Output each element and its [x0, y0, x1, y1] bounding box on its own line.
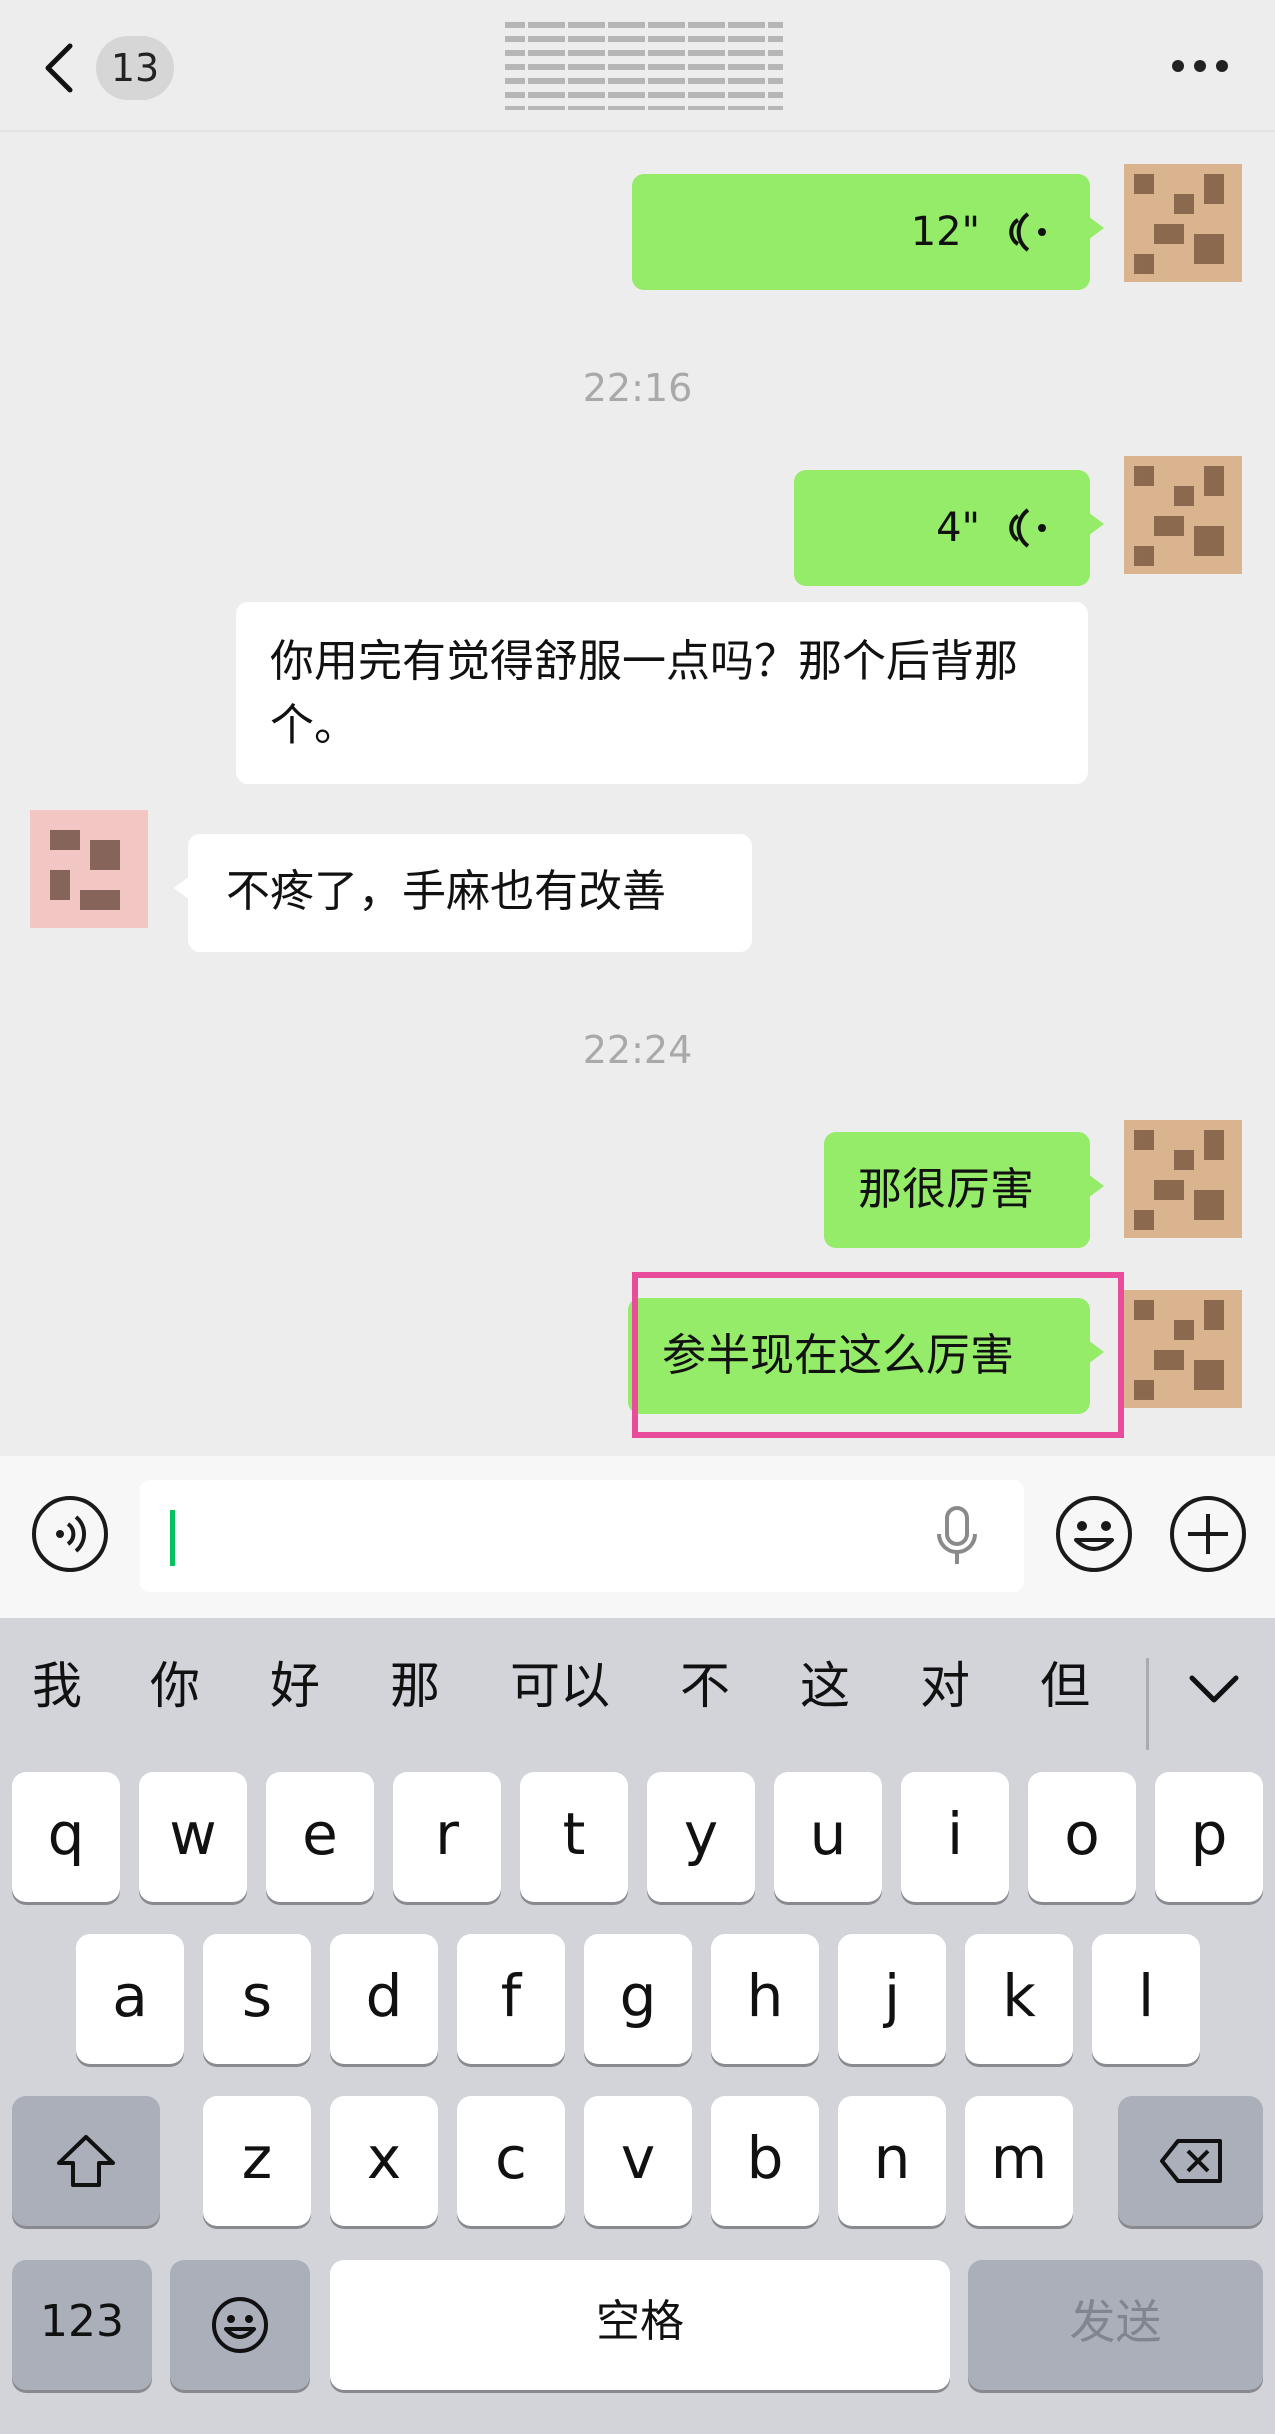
chat-title-pixelated — [505, 18, 783, 114]
candidate-word[interactable]: 但 — [1040, 1646, 1090, 1718]
backspace-icon — [1159, 2139, 1222, 2183]
key-w[interactable]: w — [139, 1772, 247, 1902]
voice-wave-icon — [1009, 212, 1046, 252]
key-y[interactable]: y — [647, 1772, 755, 1902]
key-a[interactable]: a — [76, 1934, 184, 2064]
numbers-key[interactable]: 123 — [12, 2260, 152, 2390]
microphone-icon[interactable] — [935, 1506, 979, 1568]
emoji-key[interactable] — [170, 2260, 310, 2390]
candidate-bar: 我 你 好 那 可以 不 这 对 但 — [0, 1618, 1275, 1754]
emoji-button[interactable] — [1054, 1494, 1134, 1574]
key-t[interactable]: t — [520, 1772, 628, 1902]
key-i[interactable]: i — [901, 1772, 1009, 1902]
text-caret — [170, 1510, 175, 1566]
more-functions-button[interactable] — [1168, 1494, 1248, 1574]
key-j[interactable]: j — [838, 1934, 946, 2064]
voice-duration: 4" — [936, 505, 980, 551]
plus-icon — [1170, 1496, 1246, 1572]
voice-input-button[interactable] — [30, 1494, 110, 1574]
voice-message-bubble[interactable]: 4" — [794, 470, 1104, 586]
highlight-annotation-box — [632, 1272, 1124, 1438]
key-f[interactable]: f — [457, 1934, 565, 2064]
key-d[interactable]: d — [330, 1934, 438, 2064]
backspace-key[interactable] — [1118, 2096, 1263, 2226]
home-indicator-area — [0, 2418, 1275, 2434]
shift-icon — [57, 2135, 115, 2187]
key-n[interactable]: n — [838, 2096, 946, 2226]
chat-header: 13 — [0, 0, 1275, 132]
candidate-word[interactable]: 我 — [32, 1646, 82, 1718]
more-icon — [1172, 60, 1228, 72]
my-avatar[interactable] — [1124, 456, 1242, 574]
key-e[interactable]: e — [266, 1772, 374, 1902]
message-text: 你用完有觉得舒服一点吗？那个后背那个。 — [270, 636, 1018, 751]
candidate-word[interactable]: 好 — [270, 1646, 320, 1718]
keyboard: 我 你 好 那 可以 不 这 对 但 q w e r t y u i o p a… — [0, 1618, 1275, 2434]
text-message-bubble[interactable]: 不疼了，手麻也有改善 — [174, 834, 752, 952]
key-o[interactable]: o — [1028, 1772, 1136, 1902]
text-message-bubble[interactable]: 你用完有觉得舒服一点吗？那个后背那个。 — [236, 602, 1088, 784]
collapse-candidates-button[interactable] — [1186, 1668, 1242, 1708]
key-h[interactable]: h — [711, 1934, 819, 2064]
key-z[interactable]: z — [203, 2096, 311, 2226]
key-k[interactable]: k — [965, 1934, 1073, 2064]
key-g[interactable]: g — [584, 1934, 692, 2064]
input-bar — [0, 1456, 1275, 1618]
candidate-word[interactable]: 这 — [800, 1646, 850, 1718]
candidate-word[interactable]: 你 — [150, 1646, 200, 1718]
text-message-bubble[interactable]: 那很厉害 — [824, 1132, 1104, 1248]
key-b[interactable]: b — [711, 2096, 819, 2226]
voice-message-bubble[interactable]: 12" — [632, 174, 1104, 290]
space-key[interactable]: 空格 — [330, 2260, 950, 2390]
key-p[interactable]: p — [1155, 1772, 1263, 1902]
candidate-word[interactable]: 可以 — [510, 1646, 610, 1718]
key-s[interactable]: s — [203, 1934, 311, 2064]
collapse-chevron-icon — [1189, 1675, 1239, 1703]
voice-duration: 12" — [910, 209, 980, 255]
key-v[interactable]: v — [584, 2096, 692, 2226]
timestamp: 22:16 — [582, 366, 693, 410]
contact-avatar[interactable] — [30, 810, 148, 928]
unread-count-badge[interactable]: 13 — [96, 36, 174, 100]
emoji-icon — [212, 2297, 268, 2353]
message-input[interactable] — [140, 1480, 1024, 1592]
my-avatar[interactable] — [1124, 1290, 1242, 1408]
more-button[interactable] — [1168, 46, 1232, 86]
key-l[interactable]: l — [1092, 1934, 1200, 2064]
timestamp: 22:24 — [582, 1028, 693, 1072]
key-u[interactable]: u — [774, 1772, 882, 1902]
shift-key[interactable] — [12, 2096, 160, 2226]
back-chevron-icon — [45, 43, 73, 93]
send-key[interactable]: 发送 — [968, 2260, 1263, 2390]
my-avatar[interactable] — [1124, 164, 1242, 282]
message-list[interactable]: 12" 22:16 4" 你用完有觉得舒服一点吗？那个后背那个。 不疼了，手麻也… — [0, 134, 1275, 1456]
candidate-word[interactable]: 不 — [680, 1646, 730, 1718]
back-button[interactable] — [40, 40, 80, 96]
message-text: 不疼了，手麻也有改善 — [226, 866, 666, 917]
emoji-icon — [1056, 1496, 1132, 1572]
voice-input-icon — [32, 1496, 108, 1572]
candidate-divider — [1146, 1658, 1149, 1750]
my-avatar[interactable] — [1124, 1120, 1242, 1238]
key-c[interactable]: c — [457, 2096, 565, 2226]
candidate-word[interactable]: 对 — [920, 1646, 970, 1718]
voice-wave-icon — [1009, 508, 1046, 548]
candidate-word[interactable]: 那 — [390, 1646, 440, 1718]
message-text: 那很厉害 — [858, 1164, 1034, 1215]
key-q[interactable]: q — [12, 1772, 120, 1902]
key-x[interactable]: x — [330, 2096, 438, 2226]
key-m[interactable]: m — [965, 2096, 1073, 2226]
key-r[interactable]: r — [393, 1772, 501, 1902]
